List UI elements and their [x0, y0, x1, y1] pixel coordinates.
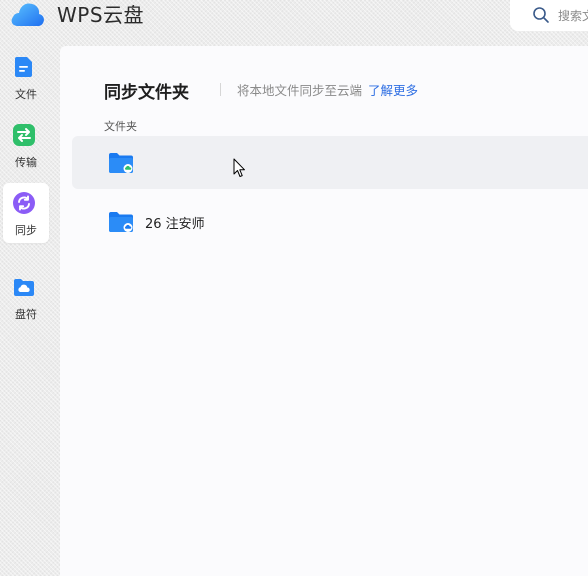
sidebar-item-transfer[interactable]: 传输 — [3, 115, 49, 175]
sidebar-item-label: 盘符 — [15, 308, 37, 321]
sync-icon — [13, 192, 35, 214]
transfer-icon — [13, 124, 35, 146]
folder-row[interactable]: 26 注安师 — [72, 195, 588, 248]
sidebar-item-label: 传输 — [15, 156, 37, 169]
sidebar-item-label: 文件 — [15, 88, 37, 101]
search-icon — [533, 7, 549, 23]
synced-folder-icon — [109, 153, 133, 173]
search-input[interactable]: 搜索文 — [510, 0, 588, 31]
subtitle-text: 将本地文件同步至云端 — [237, 83, 363, 98]
wps-cloud-logo-icon — [11, 3, 44, 26]
app-title: WPS云盘 — [57, 3, 145, 27]
sidebar-item-sync[interactable]: 同步 — [3, 183, 49, 243]
mouse-cursor-icon — [233, 158, 245, 177]
file-icon — [15, 57, 32, 77]
cloud-folder-icon — [109, 212, 133, 232]
title-divider — [220, 83, 221, 96]
folder-name: 26 注安师 — [145, 217, 205, 232]
section-label: 文件夹 — [104, 120, 137, 133]
drive-folder-icon — [14, 279, 34, 296]
learn-more-link[interactable]: 了解更多 — [368, 83, 418, 98]
page-title: 同步文件夹 — [104, 83, 189, 103]
folder-row[interactable] — [72, 136, 588, 189]
page-subtitle: 将本地文件同步至云端 了解更多 — [237, 80, 418, 99]
main-panel: 同步文件夹 将本地文件同步至云端 了解更多 文件夹 26 注安师 — [60, 46, 588, 576]
top-bar: WPS云盘 搜索文 — [0, 0, 588, 44]
sidebar-item-label: 同步 — [15, 224, 37, 237]
sidebar-item-drive[interactable]: 盘符 — [3, 267, 49, 327]
search-placeholder: 搜索文 — [558, 9, 588, 23]
sidebar-item-files[interactable]: 文件 — [3, 47, 49, 107]
